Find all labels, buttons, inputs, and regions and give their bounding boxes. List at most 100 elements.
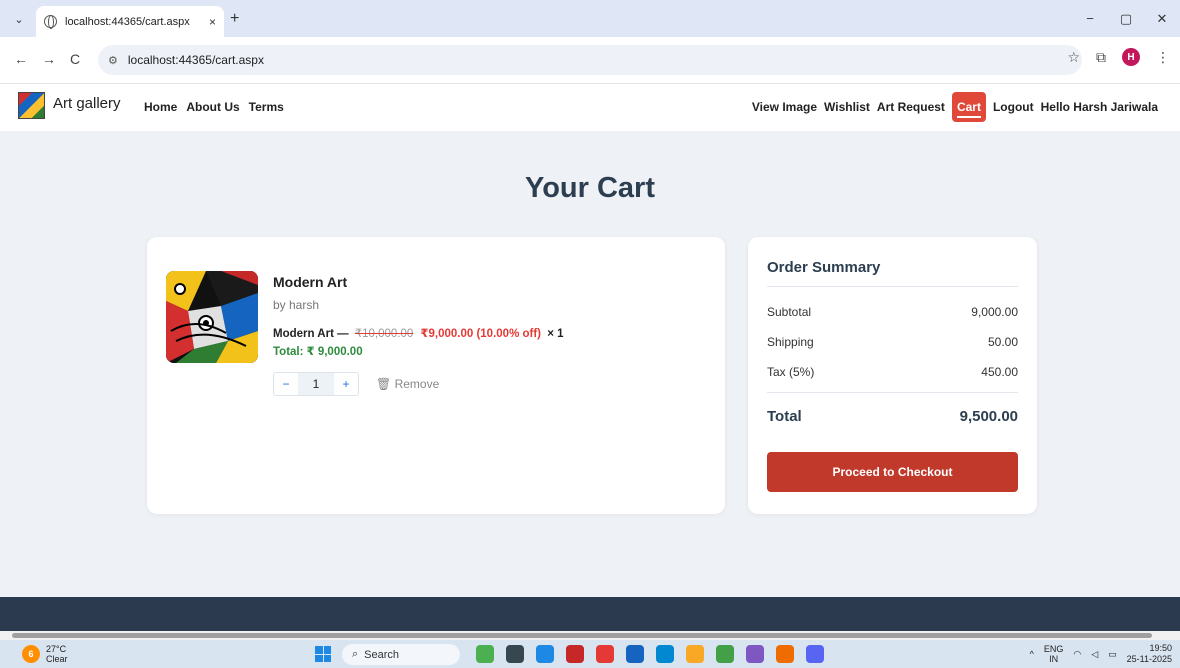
clock-time: 19:50 <box>1149 643 1172 653</box>
app-discord-icon[interactable] <box>806 645 824 663</box>
taskbar-apps <box>476 645 824 663</box>
tab-title: localhost:44365/cart.aspx <box>65 15 190 28</box>
profile-avatar[interactable]: H <box>1122 48 1140 66</box>
scrollbar-thumb[interactable] <box>12 633 1152 638</box>
app-copilot-icon[interactable] <box>536 645 554 663</box>
summary-row-subtotal: Subtotal 9,000.00 <box>767 305 1018 319</box>
brand-name[interactable]: Art gallery <box>53 95 121 112</box>
temperature: 27°C <box>46 644 67 654</box>
weather-condition: Clear <box>46 654 68 664</box>
horizontal-scrollbar[interactable] <box>0 631 1180 640</box>
remove-item-button[interactable]: 🗑 Remove <box>376 377 439 391</box>
wifi-icon[interactable]: ◠ <box>1073 649 1081 660</box>
tab-close-icon[interactable]: × <box>209 15 216 29</box>
page-title: Your Cart <box>525 172 655 204</box>
app-store-icon[interactable] <box>626 645 644 663</box>
app-mcafee-icon[interactable] <box>566 645 584 663</box>
summary-divider <box>767 392 1018 393</box>
battery-icon[interactable]: ▭ <box>1108 649 1117 660</box>
item-title: Modern Art <box>273 274 348 290</box>
nav-view-image[interactable]: View Image <box>752 100 817 114</box>
order-summary-card: Order Summary Subtotal 9,000.00 Shipping… <box>748 237 1037 514</box>
search-icon: ⌕ <box>352 648 359 660</box>
nav-wishlist[interactable]: Wishlist <box>824 100 870 114</box>
app-whatsapp-icon[interactable] <box>716 645 734 663</box>
cart-items-card: Modern Art by harsh Modern Art — ₹10,000… <box>147 237 725 514</box>
item-price-line: Modern Art — ₹10,000.00 ₹9,000.00 (10.00… <box>273 326 564 340</box>
app-task-view-icon[interactable] <box>506 645 524 663</box>
increase-quantity-button[interactable]: + <box>334 373 358 395</box>
minimize-button[interactable]: − <box>1072 0 1108 37</box>
artwork-thumbnail <box>166 271 258 363</box>
tray-chevron-icon[interactable]: ^ <box>1030 649 1034 659</box>
region-code: IN <box>1049 654 1059 664</box>
search-placeholder: Search <box>364 648 400 661</box>
app-git-icon[interactable] <box>596 645 614 663</box>
site-navbar: Art gallery Home About Us Terms View Ima… <box>0 84 1180 131</box>
tab-search-chevron-icon[interactable]: ⌄ <box>10 10 28 28</box>
browser-tab[interactable]: localhost:44365/cart.aspx × <box>36 6 224 37</box>
browser-toolbar: ← → C ⚙ localhost:44365/cart.aspx ☆ ⧉ H … <box>0 37 1180 84</box>
order-summary-title: Order Summary <box>767 259 881 276</box>
subtotal-value: 9,000.00 <box>971 305 1018 319</box>
system-tray: ^ ENG IN ◠ ◁ ▭ 19:50 25-11-2025 <box>1030 643 1172 665</box>
summary-total-row: Total 9,500.00 <box>767 408 1018 425</box>
tax-label: Tax (5%) <box>767 365 815 379</box>
site-info-icon[interactable]: ⚙ <box>108 54 118 67</box>
app-chrome-icon[interactable] <box>776 645 794 663</box>
close-window-button[interactable]: ✕ <box>1144 0 1180 37</box>
restore-button[interactable]: ▢ <box>1108 0 1144 37</box>
browser-menu-icon[interactable]: ⋮ <box>1156 49 1170 66</box>
window-controls: − ▢ ✕ <box>1072 0 1180 37</box>
forward-icon[interactable]: → <box>42 51 56 67</box>
site-globe-icon <box>44 15 57 29</box>
language-code: ENG <box>1043 644 1064 654</box>
windows-start-icon[interactable] <box>315 646 331 662</box>
original-price: ₹10,000.00 <box>354 328 414 340</box>
app-visual-studio-icon[interactable] <box>746 645 764 663</box>
decrease-quantity-button[interactable]: − <box>274 373 298 395</box>
url-text: localhost:44365/cart.aspx <box>127 53 264 67</box>
tax-value: 450.00 <box>981 365 1018 379</box>
nav-home[interactable]: Home <box>144 100 177 114</box>
nav-art-request[interactable]: Art Request <box>877 100 945 114</box>
price-line-name: Modern Art — <box>273 328 349 340</box>
weather-sun-icon: 6 <box>22 645 40 663</box>
nav-cart[interactable]: Cart <box>951 92 986 122</box>
site-footer <box>0 597 1180 631</box>
volume-icon[interactable]: ◁ <box>1091 649 1098 660</box>
logo-image[interactable] <box>18 92 45 119</box>
quantity-stepper: − 1 + <box>273 372 359 396</box>
subtotal-label: Subtotal <box>767 305 812 319</box>
bookmark-star-icon[interactable]: ☆ <box>1067 49 1080 66</box>
shipping-label: Shipping <box>767 335 814 349</box>
windows-taskbar: 6 27°C Clear ⌕ Search ^ ENG IN ◠ ◁ ▭ 19: <box>0 640 1180 668</box>
quantity-suffix: × 1 <box>547 328 564 340</box>
quantity-value[interactable]: 1 <box>298 373 334 395</box>
summary-row-tax: Tax (5%) 450.00 <box>767 365 1018 379</box>
discounted-price: ₹9,000.00 (10.00% off) <box>420 328 542 340</box>
clock-date: 25-11-2025 <box>1126 654 1172 664</box>
app-file-explorer-icon[interactable] <box>686 645 704 663</box>
shipping-value: 50.00 <box>987 335 1018 349</box>
address-bar[interactable]: ⚙ localhost:44365/cart.aspx <box>98 45 1082 75</box>
summary-row-shipping: Shipping 50.00 <box>767 335 1018 349</box>
item-artist: by harsh <box>273 298 320 312</box>
nav-terms[interactable]: Terms <box>249 100 284 114</box>
new-tab-button[interactable]: + <box>230 10 239 28</box>
extensions-icon[interactable]: ⧉ <box>1096 49 1106 66</box>
nav-logout[interactable]: Logout <box>993 100 1034 114</box>
proceed-to-checkout-button[interactable]: Proceed to Checkout <box>767 452 1018 492</box>
app-edge-icon[interactable] <box>656 645 674 663</box>
taskbar-search[interactable]: ⌕ Search <box>342 644 460 665</box>
taskbar-clock[interactable]: 19:50 25-11-2025 <box>1127 643 1172 665</box>
nav-user-greeting[interactable]: Hello Harsh Jariwala <box>1041 100 1158 114</box>
browser-tabstrip: ⌄ localhost:44365/cart.aspx × + − ▢ ✕ <box>0 0 1180 37</box>
language-indicator[interactable]: ENG IN <box>1044 644 1064 664</box>
app-widgets-icon[interactable] <box>476 645 494 663</box>
back-icon[interactable]: ← <box>14 51 28 67</box>
nav-about-us[interactable]: About Us <box>186 100 239 114</box>
reload-icon[interactable]: C <box>70 51 80 67</box>
item-total: Total: ₹ 9,000.00 <box>273 346 363 358</box>
weather-widget[interactable]: 6 27°C Clear <box>22 644 68 664</box>
